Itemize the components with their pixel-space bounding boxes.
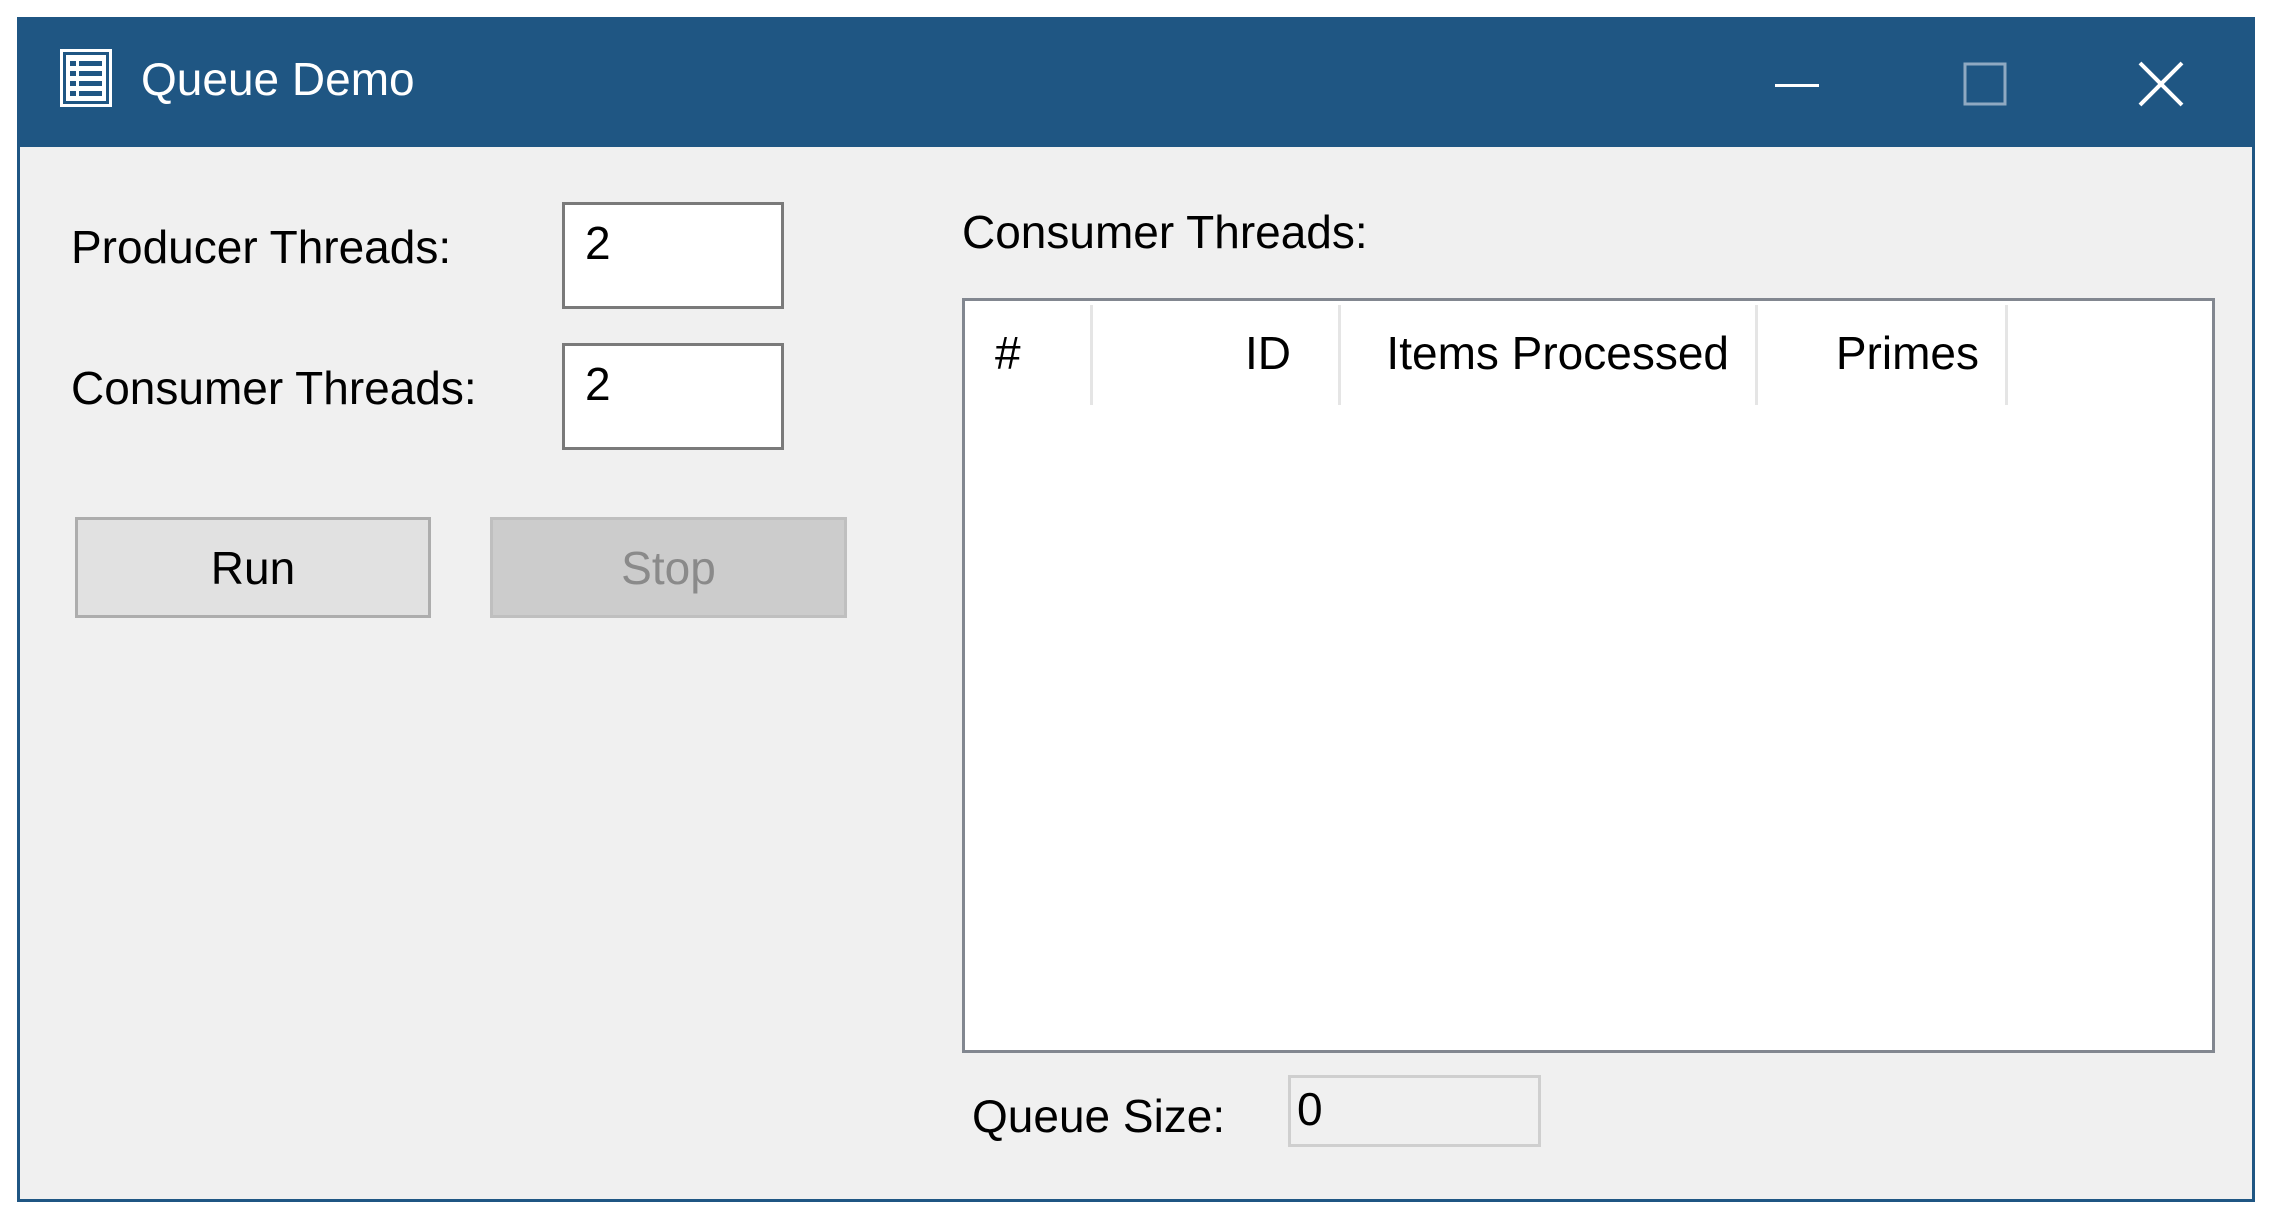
column-divider[interactable] xyxy=(2005,305,2008,405)
app-window: Queue Demo Producer Threads: 2 Consumer … xyxy=(17,17,2255,1202)
column-header-id[interactable]: ID xyxy=(1093,301,1315,406)
queue-size-field: 0 xyxy=(1288,1075,1541,1147)
column-header-items-processed[interactable]: Items Processed xyxy=(1341,301,1753,406)
producer-threads-input[interactable]: 2 xyxy=(562,202,784,309)
run-button[interactable]: Run xyxy=(75,517,431,618)
window-title: Queue Demo xyxy=(141,53,415,105)
list-header: # ID Items Processed Primes xyxy=(965,301,2212,406)
column-header-primes[interactable]: Primes xyxy=(1758,301,2003,406)
list-app-icon xyxy=(60,49,112,107)
consumer-threads-label: Consumer Threads: xyxy=(71,362,477,414)
maximize-icon xyxy=(1963,62,2007,105)
maximize-button[interactable] xyxy=(1891,20,2079,147)
close-button[interactable] xyxy=(2067,20,2255,147)
column-header-number[interactable]: # xyxy=(995,301,1085,406)
consumer-threads-list[interactable]: # ID Items Processed Primes xyxy=(962,298,2215,1053)
queue-size-label: Queue Size: xyxy=(972,1090,1226,1142)
minimize-button[interactable] xyxy=(1703,20,1891,147)
minimize-icon xyxy=(1775,83,1819,87)
stop-button[interactable]: Stop xyxy=(490,517,847,618)
producer-threads-label: Producer Threads: xyxy=(71,221,452,273)
title-bar[interactable]: Queue Demo xyxy=(20,20,2252,147)
consumer-threads-input[interactable]: 2 xyxy=(562,343,784,450)
close-icon xyxy=(2138,61,2184,106)
consumer-threads-group-label: Consumer Threads: xyxy=(962,206,1368,258)
